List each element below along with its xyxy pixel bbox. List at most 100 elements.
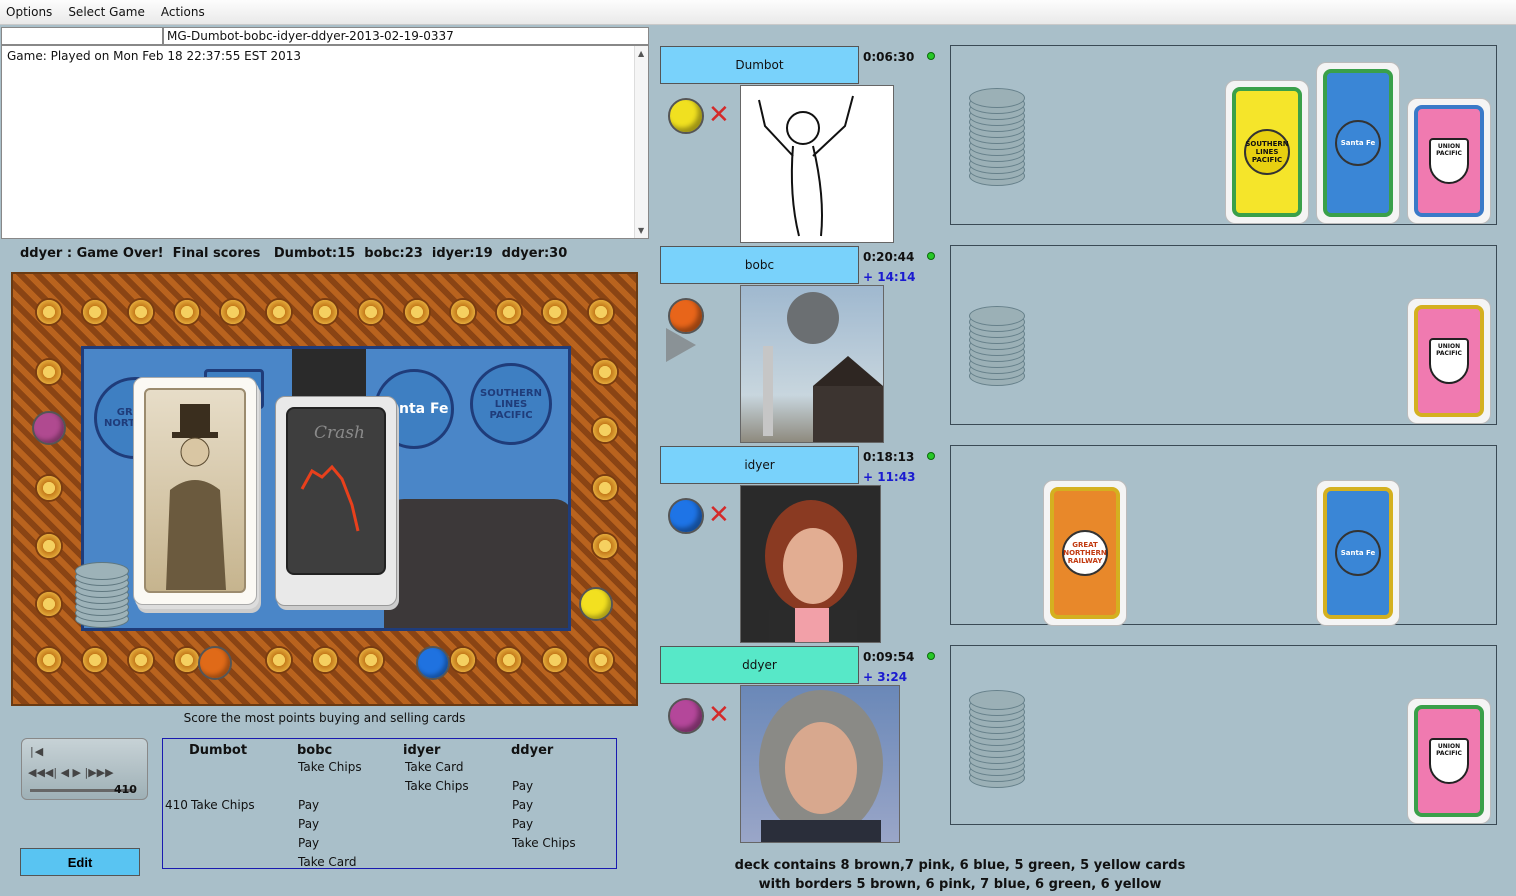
- scroll-up-icon[interactable]: ▲: [638, 49, 644, 58]
- player-area-dumbot[interactable]: SOUTHERN LINES PACIFIC Santa Fe UNION PA…: [950, 45, 1497, 225]
- sun-ornament-icon: [265, 646, 293, 674]
- southern-pacific-logo: SOUTHERN LINES PACIFIC: [470, 363, 552, 445]
- orange-chip[interactable]: [198, 646, 232, 680]
- move-cell[interactable]: Pay: [298, 836, 319, 850]
- game-board[interactable]: GREAT NORTH RAI UNION Santa Fe SOUTHERN …: [11, 272, 638, 706]
- deck-borders: with borders 5 brown, 6 pink, 7 blue, 6 …: [758, 877, 1162, 892]
- sun-ornament-icon: [35, 474, 63, 502]
- move-cell[interactable]: Take Card: [405, 760, 464, 774]
- player-area-idyer[interactable]: GREAT NORTHERN RAILWAY Santa Fe: [950, 445, 1497, 626]
- chip-stack[interactable]: [969, 686, 1025, 790]
- sun-ornament-icon: [357, 298, 385, 326]
- avatar-idyer: [740, 485, 881, 643]
- step-controls-icon[interactable]: ◀◀◀| ◀ ▶ |▶▶▶: [28, 766, 114, 779]
- move-history[interactable]: Dumbot bobc idyer ddyer Take Chips Take …: [162, 738, 617, 869]
- scroll-down-icon[interactable]: ▼: [638, 226, 644, 235]
- replay-controls[interactable]: |◀ ◀◀◀| ◀ ▶ |▶▶▶ 410: [21, 738, 148, 800]
- magenta-chip[interactable]: [32, 411, 66, 445]
- player-extra-time: + 11:43: [863, 470, 916, 484]
- santa-fe-card[interactable]: Santa Fe: [1316, 480, 1400, 626]
- move-cell[interactable]: Pay: [512, 817, 533, 831]
- log-scrollbar[interactable]: ▲ ▼: [634, 46, 648, 238]
- sun-ornament-icon: [35, 590, 63, 618]
- move-cell[interactable]: Pay: [298, 798, 319, 812]
- column-header-bobc: bobc: [297, 743, 333, 758]
- great-northern-card[interactable]: GREAT NORTHERN RAILWAY: [1043, 480, 1127, 626]
- sun-ornament-icon: [35, 532, 63, 560]
- player-time: 0:18:13: [863, 450, 915, 464]
- player-name-idyer[interactable]: idyer: [660, 446, 859, 484]
- crash-card[interactable]: Crash: [275, 396, 397, 606]
- menu-actions[interactable]: Actions: [161, 5, 205, 19]
- union-pacific-card[interactable]: UNION PACIFIC: [1407, 98, 1491, 224]
- player-area-ddyer[interactable]: UNION PACIFIC: [950, 645, 1497, 825]
- sun-ornament-icon: [127, 298, 155, 326]
- replay-position: 410: [114, 783, 137, 796]
- sun-ornament-icon: [587, 298, 615, 326]
- santa-fe-badge: Santa Fe: [1335, 530, 1381, 576]
- game-log[interactable]: Game: Played on Mon Feb 18 22:37:55 EST …: [1, 45, 649, 239]
- current-turn-arrow-icon: [666, 328, 696, 362]
- menu-options[interactable]: Options: [6, 5, 52, 19]
- edit-button[interactable]: Edit: [20, 848, 140, 876]
- sun-ornament-icon: [591, 474, 619, 502]
- player-name-bobc[interactable]: bobc: [660, 246, 859, 284]
- southern-pacific-card[interactable]: SOUTHERN LINES PACIFIC: [1225, 80, 1309, 224]
- sun-ornament-icon: [541, 646, 569, 674]
- resigned-x-icon: ✕: [708, 700, 730, 730]
- game-name-prefix-field[interactable]: [1, 27, 163, 45]
- player-area-bobc[interactable]: UNION PACIFIC: [950, 245, 1497, 425]
- move-cell[interactable]: Take Chips: [191, 798, 255, 812]
- sun-ornament-icon: [541, 298, 569, 326]
- sun-ornament-icon: [35, 298, 63, 326]
- sun-ornament-icon: [357, 646, 385, 674]
- rewind-to-start-icon[interactable]: |◀: [30, 745, 44, 758]
- player-name-dumbot[interactable]: Dumbot: [660, 46, 859, 84]
- tycoon-art: [144, 388, 246, 593]
- game-name-field[interactable]: MG-Dumbot-bobc-idyer-ddyer-2013-02-19-03…: [163, 27, 649, 45]
- player-chip: [668, 698, 704, 734]
- resigned-x-icon: ✕: [708, 100, 730, 130]
- sun-ornament-icon: [449, 298, 477, 326]
- sun-ornament-icon: [35, 646, 63, 674]
- move-cell[interactable]: Take Chips: [298, 760, 362, 774]
- blue-chip[interactable]: [416, 646, 450, 680]
- online-indicator-icon: [927, 452, 935, 460]
- deck-contents: deck contains 8 brown,7 pink, 6 blue, 5 …: [734, 858, 1186, 873]
- yellow-chip[interactable]: [579, 587, 613, 621]
- santa-fe-badge: Santa Fe: [1335, 120, 1381, 166]
- sun-ornament-icon: [495, 298, 523, 326]
- move-cell[interactable]: Take Chips: [512, 836, 576, 850]
- chip-stack[interactable]: [969, 304, 1025, 388]
- move-cell[interactable]: Take Chips: [405, 779, 469, 793]
- avatar-ddyer: [740, 685, 900, 843]
- move-number: 410: [165, 798, 188, 812]
- chip-stack[interactable]: [969, 88, 1025, 188]
- union-pacific-card[interactable]: UNION PACIFIC: [1407, 698, 1491, 824]
- draw-pile-card[interactable]: [133, 377, 257, 605]
- move-cell[interactable]: Pay: [512, 798, 533, 812]
- menu-select-game[interactable]: Select Game: [68, 5, 145, 19]
- player-chip: [668, 498, 704, 534]
- game-status: ddyer : Game Over! Final scores Dumbot:1…: [20, 246, 568, 261]
- column-header-ddyer: ddyer: [511, 743, 554, 758]
- menu-bar: Options Select Game Actions: [0, 0, 1516, 25]
- sun-ornament-icon: [591, 532, 619, 560]
- board-chip-stack[interactable]: [75, 560, 129, 630]
- sun-ornament-icon: [81, 298, 109, 326]
- sun-ornament-icon: [311, 646, 339, 674]
- santa-fe-card[interactable]: Santa Fe: [1316, 62, 1400, 224]
- sun-ornament-icon: [173, 646, 201, 674]
- move-cell[interactable]: Pay: [298, 817, 319, 831]
- sun-ornament-icon: [265, 298, 293, 326]
- move-cell[interactable]: Pay: [512, 779, 533, 793]
- union-pacific-shield: UNION PACIFIC: [1429, 738, 1469, 784]
- move-cell[interactable]: Take Card: [298, 855, 357, 869]
- sun-ornament-icon: [81, 646, 109, 674]
- sun-ornament-icon: [173, 298, 201, 326]
- sun-ornament-icon: [219, 298, 247, 326]
- sun-ornament-icon: [591, 358, 619, 386]
- player-name-ddyer[interactable]: ddyer: [660, 646, 859, 684]
- southern-pacific-badge: SOUTHERN LINES PACIFIC: [1244, 129, 1290, 175]
- union-pacific-card[interactable]: UNION PACIFIC: [1407, 298, 1491, 424]
